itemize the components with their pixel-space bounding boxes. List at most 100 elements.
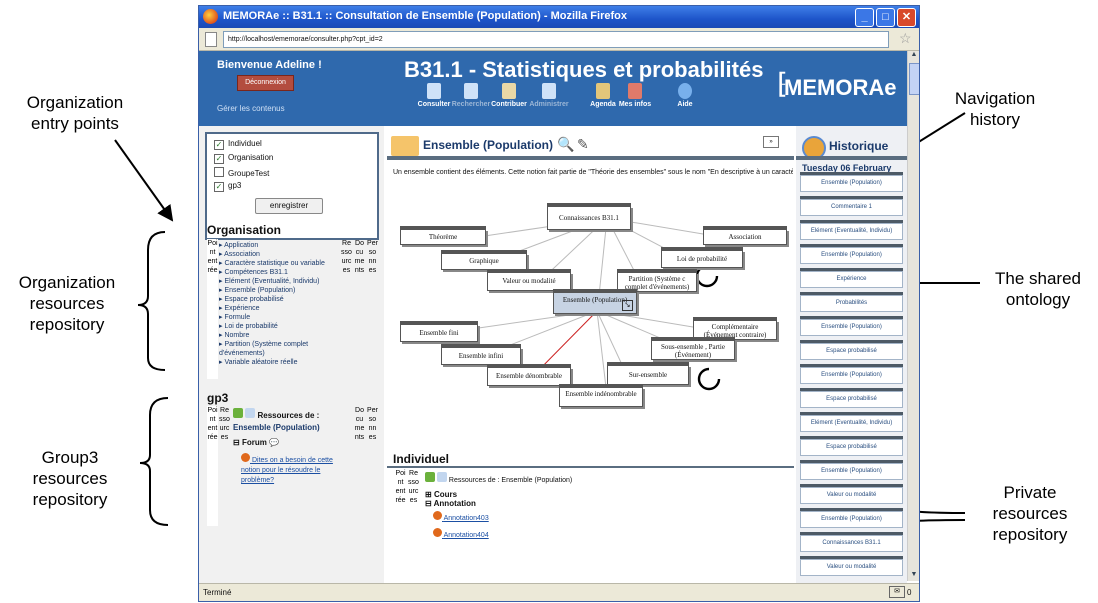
vert-ressources: Ressources bbox=[341, 240, 352, 274]
org-item[interactable]: ▸ Elément (Eventualité, Individu) bbox=[219, 277, 335, 286]
bookmark-star-icon[interactable]: ☆ bbox=[899, 30, 912, 47]
search-doc-icon bbox=[464, 83, 478, 99]
history-item[interactable]: Valeur ou modalité bbox=[800, 484, 903, 504]
manage-content-link[interactable]: Gérer les contenus bbox=[217, 104, 285, 113]
maximize-button[interactable]: □ bbox=[876, 8, 895, 27]
save-button[interactable]: enregistrer bbox=[255, 198, 323, 214]
edit-icon bbox=[502, 83, 516, 99]
org-item[interactable]: ▸ Association bbox=[219, 250, 335, 259]
window-title: MEMORAe :: B31.1 :: Consultation de Ense… bbox=[223, 10, 627, 22]
history-item[interactable]: Espace probabilisé bbox=[800, 340, 903, 360]
onto-node[interactable]: Sous-ensemble , Partie (Événement) bbox=[651, 337, 735, 360]
vert-personnes-gp3: Personnes bbox=[367, 407, 378, 441]
onto-node[interactable]: Théorème bbox=[400, 226, 486, 245]
annotation-link[interactable]: Annotation404 bbox=[433, 528, 572, 539]
browser-window: MEMORAe :: B31.1 :: Consultation de Ense… bbox=[198, 5, 920, 602]
firefox-bullet-icon bbox=[433, 511, 442, 520]
onto-node[interactable]: Ensemble infini bbox=[441, 344, 521, 365]
scroll-up-icon[interactable]: ▲ bbox=[909, 51, 919, 61]
nav-consulter[interactable]: Consulter bbox=[414, 83, 454, 108]
vert-point-entree: Point entrée bbox=[207, 239, 218, 379]
checkbox-groupetest[interactable]: GroupeTest bbox=[214, 167, 269, 178]
gp3-concept: Ensemble (Population) bbox=[233, 423, 320, 432]
gp3-title: gp3 bbox=[207, 391, 229, 405]
onto-node[interactable]: Sur-ensemble bbox=[607, 362, 689, 385]
onto-node[interactable]: Ensemble indénombrable bbox=[559, 384, 643, 407]
page-scrollbar[interactable]: ▲ ▼ bbox=[907, 51, 919, 581]
scroll-down-icon[interactable]: ▼ bbox=[909, 571, 919, 581]
history-item[interactable]: Elément (Eventualité, Individu) bbox=[800, 220, 903, 240]
resource-pen-icon bbox=[436, 472, 447, 482]
annotation-node[interactable]: ⊟ Annotation bbox=[425, 499, 572, 508]
scroll-thumb[interactable] bbox=[909, 63, 919, 95]
history-item[interactable]: Ensemble (Population) bbox=[800, 508, 903, 528]
org-item[interactable]: ▸ Loi de probabilité bbox=[219, 322, 335, 331]
mail-count: 0 bbox=[907, 588, 912, 597]
org-item[interactable]: ▸ Caractère statistique ou variable bbox=[219, 259, 335, 268]
onto-node[interactable]: Connaissances B31.1 bbox=[547, 203, 631, 230]
onto-node[interactable]: Ensemble fini bbox=[400, 321, 478, 342]
checkbox-individuel[interactable]: ✓ Individuel bbox=[214, 139, 262, 150]
checkbox-gp3[interactable]: ✓ gp3 bbox=[214, 181, 241, 192]
status-bar: Terminé ✉ 0 bbox=[199, 583, 919, 601]
forum-node[interactable]: ⊟ Forum 💬 bbox=[233, 438, 343, 447]
history-item[interactable]: Probabilités bbox=[800, 292, 903, 312]
firefox-bullet-icon bbox=[433, 528, 442, 537]
history-item[interactable]: Ensemble (Population) bbox=[800, 316, 903, 336]
history-item[interactable]: Espace probabilisé bbox=[800, 436, 903, 456]
org-item[interactable]: ▸ Application bbox=[219, 241, 335, 250]
org-item[interactable]: ▸ Partition (Système complet d'événement… bbox=[219, 340, 335, 358]
onto-node-selected[interactable]: Ensemble (Population) ↘ bbox=[553, 289, 637, 314]
expand-arrow-icon[interactable]: ↘ bbox=[622, 300, 633, 311]
nav-aide[interactable]: Aide bbox=[665, 83, 705, 108]
history-item[interactable]: Valeur ou modalité bbox=[800, 556, 903, 576]
nav-rechercher[interactable]: Rechercher bbox=[451, 83, 491, 108]
history-item[interactable]: Expérience bbox=[800, 268, 903, 288]
document-icon bbox=[427, 83, 441, 99]
vert-documents: Documents bbox=[354, 240, 365, 274]
history-separator bbox=[796, 156, 907, 160]
history-panel: Historique Tuesday 06 February Ensemble … bbox=[796, 126, 907, 583]
status-text: Terminé bbox=[203, 588, 232, 597]
vert-point-entree-gp3: Point entrée bbox=[207, 406, 218, 526]
history-item[interactable]: Ensemble (Population) bbox=[800, 244, 903, 264]
history-item[interactable]: Commentaire 1 bbox=[800, 196, 903, 216]
course-title: B31.1 - Statistiques et probabilités bbox=[404, 57, 764, 82]
individuel-title: Individuel bbox=[393, 452, 450, 466]
onto-node[interactable]: Association bbox=[703, 226, 787, 245]
minimize-button[interactable]: _ bbox=[855, 8, 874, 27]
history-item[interactable]: Elément (Eventualité, Individu) bbox=[800, 412, 903, 432]
org-item[interactable]: ▸ Expérience bbox=[219, 304, 335, 313]
forum-link[interactable]: Dites on a besoin de cette notion pour l… bbox=[241, 453, 343, 486]
org-item[interactable]: ▸ Ensemble (Population) bbox=[219, 286, 335, 295]
onto-node[interactable]: Loi de probabilité bbox=[661, 247, 743, 268]
nav-contribuer[interactable]: Contribuer bbox=[489, 83, 529, 108]
nav-administrer[interactable]: Administrer bbox=[529, 83, 569, 108]
org-item[interactable]: ▸ Nombre bbox=[219, 331, 335, 340]
org-item[interactable]: ▸ Espace probabilisé bbox=[219, 295, 335, 304]
close-button[interactable]: ✕ bbox=[897, 8, 916, 27]
history-item[interactable]: Ensemble (Population) bbox=[800, 364, 903, 384]
welcome-text: Bienvenue Adeline ! bbox=[217, 59, 322, 71]
url-input[interactable]: http://localhost/ememorae/consulter.php?… bbox=[223, 31, 889, 48]
org-item[interactable]: ▸ Variable aléatoire réelle bbox=[219, 358, 335, 367]
address-bar: http://localhost/ememorae/consulter.php?… bbox=[199, 28, 919, 51]
history-item[interactable]: Ensemble (Population) bbox=[800, 460, 903, 480]
history-item[interactable]: Espace probabilisé bbox=[800, 388, 903, 408]
org-item[interactable]: ▸ Compétences B31.1 bbox=[219, 268, 335, 277]
vert-point-entree-indiv: Point entrée bbox=[395, 469, 406, 579]
gp3-resources: Ressources de : Ensemble (Population) ⊟ … bbox=[233, 408, 343, 486]
cours-node[interactable]: ⊞ Cours bbox=[425, 490, 572, 499]
mail-icon[interactable]: ✉ bbox=[889, 586, 905, 598]
nav-mes-infos[interactable]: Mes infos bbox=[615, 83, 655, 108]
user-icon bbox=[628, 83, 642, 99]
firefox-bullet-icon bbox=[241, 453, 250, 462]
history-item[interactable]: Ensemble (Population) bbox=[800, 172, 903, 192]
annotation-link[interactable]: Annotation403 bbox=[433, 511, 572, 522]
checkbox-organisation[interactable]: ✓ Organisation bbox=[214, 153, 273, 164]
org-item[interactable]: ▸ Formule bbox=[219, 313, 335, 322]
onto-node[interactable]: Graphique bbox=[441, 250, 527, 270]
firefox-icon bbox=[203, 9, 218, 24]
history-item[interactable]: Connaissances B31.1 bbox=[800, 532, 903, 552]
logout-button[interactable]: Déconnexion bbox=[237, 75, 294, 91]
